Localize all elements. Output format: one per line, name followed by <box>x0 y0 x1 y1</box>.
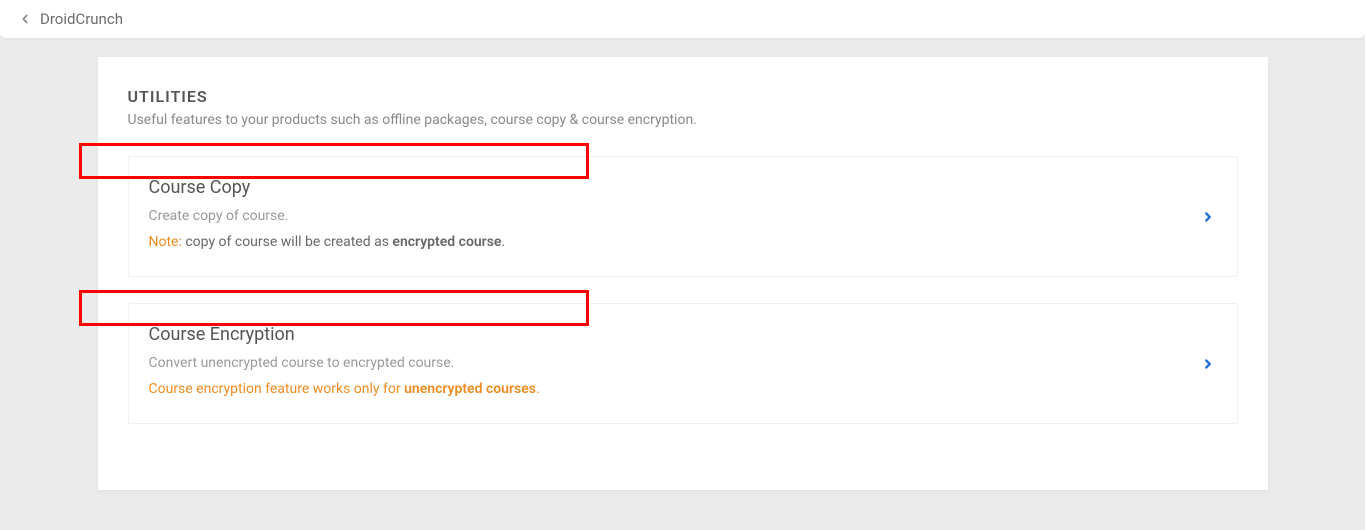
note-text-pre: Course encryption feature works only for <box>149 381 405 397</box>
highlight-box <box>79 290 589 326</box>
course-encryption-title: Course Encryption <box>149 324 1177 345</box>
course-encryption-subtitle: Convert unencrypted course to encrypted … <box>149 355 1177 371</box>
course-copy-card[interactable]: Course Copy Create copy of course. Note:… <box>128 156 1238 277</box>
note-text-end: . <box>536 381 540 397</box>
topbar: DroidCrunch <box>0 0 1365 39</box>
note-label: Note: <box>149 234 182 250</box>
note-text-mid: copy of course will be created as <box>182 234 393 250</box>
note-text-bold: unencrypted courses <box>404 381 536 397</box>
section-description: Useful features to your products such as… <box>128 112 1238 128</box>
back-icon[interactable] <box>18 12 32 26</box>
chevron-right-icon <box>1201 210 1215 224</box>
topbar-title[interactable]: DroidCrunch <box>40 10 123 28</box>
section-title: UTILITIES <box>128 87 1238 106</box>
course-copy-title: Course Copy <box>149 177 1177 198</box>
course-copy-note: Note: copy of course will be created as … <box>149 234 1177 250</box>
note-text-bold: encrypted course <box>392 234 501 250</box>
course-copy-subtitle: Create copy of course. <box>149 208 1177 224</box>
chevron-right-icon <box>1201 357 1215 371</box>
utilities-panel: UTILITIES Useful features to your produc… <box>98 57 1268 490</box>
page-wrap: UTILITIES Useful features to your produc… <box>0 39 1365 530</box>
highlight-box <box>79 143 589 179</box>
course-encryption-note: Course encryption feature works only for… <box>149 381 1177 397</box>
note-text-end: . <box>501 234 505 250</box>
course-encryption-card[interactable]: Course Encryption Convert unencrypted co… <box>128 303 1238 424</box>
